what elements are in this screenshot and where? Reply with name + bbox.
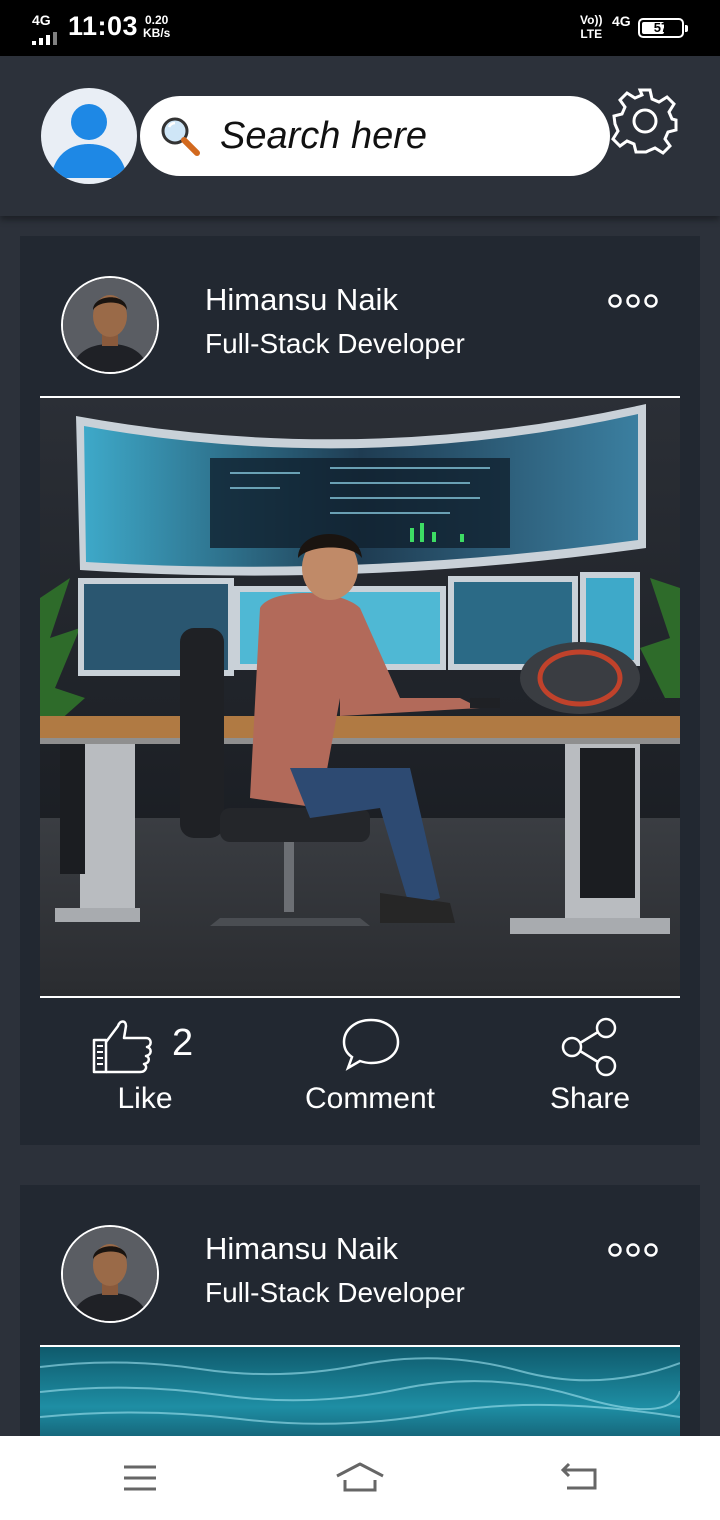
- status-time: 11:03: [68, 11, 139, 41]
- speed-unit: KB/s: [143, 26, 171, 40]
- more-options-icon[interactable]: [608, 291, 658, 311]
- gear-icon[interactable]: [610, 86, 680, 156]
- post-card: Himansu Naik Full-Stack Developer: [20, 1185, 700, 1445]
- battery-level: 57: [653, 20, 669, 35]
- author-title: Full-Stack Developer: [205, 328, 465, 359]
- volte-top: Vo)): [580, 13, 603, 27]
- like-button[interactable]: 2 Like: [80, 1016, 210, 1126]
- share-icon: [561, 1017, 617, 1077]
- thumbs-up-icon: [92, 1020, 152, 1074]
- author-avatar[interactable]: [61, 1225, 159, 1323]
- search-bar[interactable]: [140, 96, 610, 176]
- author-name[interactable]: Himansu Naik: [205, 1231, 398, 1267]
- author-title: Full-Stack Developer: [205, 1277, 465, 1308]
- volte-bottom: LTE: [580, 27, 603, 41]
- post-card: Himansu Naik Full-Stack Developer: [20, 236, 700, 1145]
- post-image[interactable]: [40, 396, 680, 998]
- status-bar: 4G 11:03 0.20 KB/s Vo)) LTE 4G 57: [0, 0, 720, 56]
- user-avatar-icon[interactable]: [41, 88, 137, 184]
- share-button[interactable]: Share: [530, 1016, 650, 1126]
- volte-indicator: Vo)) LTE: [580, 13, 602, 41]
- menu-icon[interactable]: [115, 1456, 165, 1500]
- search-input[interactable]: [220, 96, 590, 176]
- network-speed: 0.20 KB/s: [143, 14, 170, 40]
- signal-icon: 4G: [30, 12, 57, 45]
- more-options-icon[interactable]: [608, 1240, 658, 1260]
- search-icon: [161, 117, 200, 156]
- network-type: 4G: [32, 12, 51, 28]
- back-icon[interactable]: [555, 1456, 605, 1500]
- share-label: Share: [549, 1082, 631, 1115]
- post-image[interactable]: [40, 1345, 680, 1445]
- comment-icon: [342, 1018, 400, 1071]
- home-icon[interactable]: [335, 1456, 385, 1500]
- comment-label: Comment: [304, 1082, 436, 1115]
- battery-icon: 57: [638, 18, 688, 38]
- author-avatar[interactable]: [61, 276, 159, 374]
- comment-button[interactable]: Comment: [290, 1016, 450, 1126]
- like-label: Like: [117, 1082, 173, 1115]
- app-header: [0, 56, 720, 216]
- navigation-bar: [0, 1436, 720, 1520]
- like-count: 2: [172, 1022, 194, 1064]
- author-name[interactable]: Himansu Naik: [205, 282, 398, 318]
- network-type-right: 4G: [612, 13, 631, 29]
